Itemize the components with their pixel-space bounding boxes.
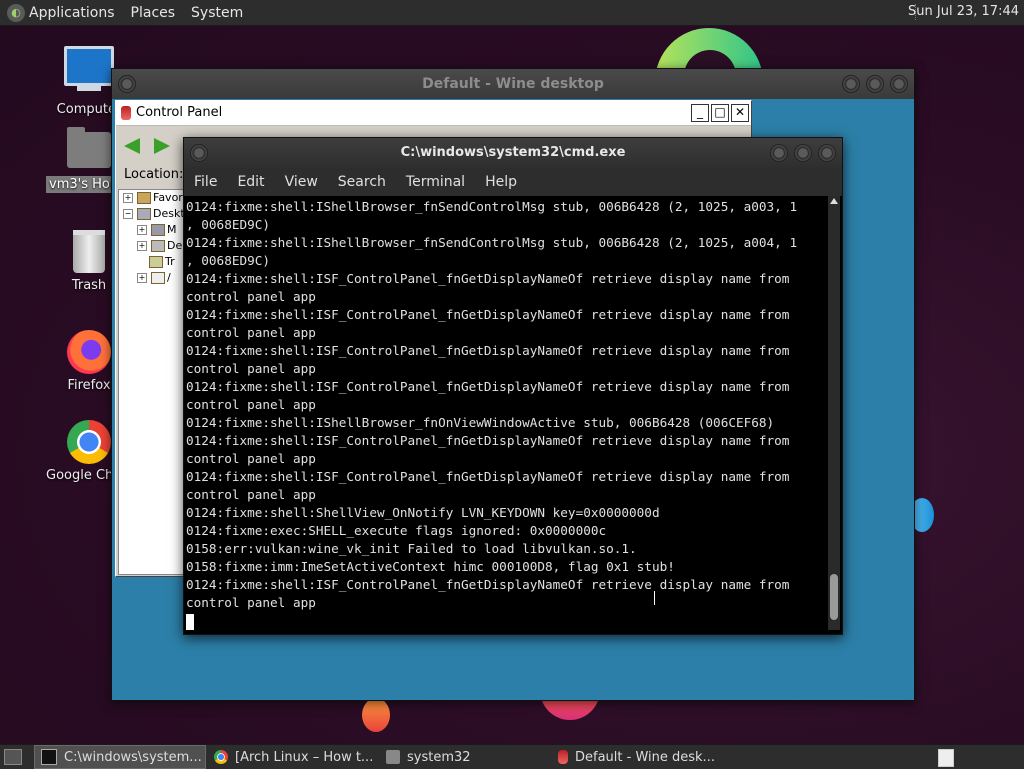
desktop-icon: [137, 208, 151, 220]
menu-system[interactable]: System: [191, 5, 243, 21]
computer-icon: [151, 224, 165, 236]
documents-icon: [151, 240, 165, 252]
terminal-icon: [41, 749, 57, 765]
firefox-icon: [67, 330, 111, 374]
taskbar-item-cmd[interactable]: C:\windows\system...: [34, 745, 206, 769]
tree-item[interactable]: + /: [119, 270, 185, 286]
maximize-button[interactable]: □: [711, 104, 729, 122]
folder-icon: [137, 192, 151, 204]
menu-terminal[interactable]: Terminal: [406, 174, 465, 190]
terminal-line: 0158:fixme:imm:ImeSetActiveContext himc …: [186, 559, 675, 574]
wine-glass-icon: [558, 750, 568, 764]
terminal-line: 0124:fixme:shell:ISF_ControlPanel_fnGetD…: [186, 433, 790, 448]
terminal-cursor: [186, 613, 194, 630]
terminal-line: 0124:fixme:shell:ISF_ControlPanel_fnGetD…: [186, 271, 790, 286]
taskbar-item-label: C:\windows\system...: [64, 749, 202, 765]
text-cursor-icon: [654, 591, 657, 605]
menu-applications[interactable]: Applications: [29, 5, 115, 21]
close-button[interactable]: ✕: [731, 104, 749, 122]
trash-icon: [73, 230, 105, 273]
minimize-button[interactable]: _: [691, 104, 709, 122]
terminal-line: control panel app: [186, 595, 316, 610]
terminal-line: control panel app: [186, 487, 316, 502]
terminal-line: control panel app: [186, 451, 316, 466]
terminal-line: 0124:fixme:shell:ISF_ControlPanel_fnGetD…: [186, 577, 790, 592]
window-menu-button[interactable]: [118, 75, 136, 93]
terminal-line: , 0068ED9C): [186, 253, 271, 268]
terminal-line: 0124:fixme:shell:ISF_ControlPanel_fnGetD…: [186, 343, 790, 358]
bottom-taskbar: C:\windows\system... [Arch Linux – How t…: [0, 744, 1024, 769]
taskbar-item-label: [Arch Linux – How t...: [235, 749, 374, 765]
close-button[interactable]: [890, 75, 908, 93]
tree-item[interactable]: −Deskto: [119, 206, 185, 222]
taskbar-item-chrome[interactable]: [Arch Linux – How t...: [208, 746, 378, 768]
show-desktop-icon[interactable]: [4, 749, 22, 765]
terminal-line: control panel app: [186, 325, 316, 340]
window-menu-button[interactable]: [190, 144, 208, 162]
tree-item[interactable]: Tr: [119, 254, 185, 270]
terminal-line: control panel app: [186, 361, 316, 376]
terminal-line: 0124:fixme:shell:IShellBrowser_fnSendCon…: [186, 199, 798, 214]
top-panel: ◐ Applications Places System Sun Jul 23,…: [0, 0, 1024, 26]
window-title: C:\windows\system32\cmd.exe: [400, 145, 626, 160]
chrome-icon: [67, 420, 111, 464]
location-label: Location:: [124, 167, 184, 182]
terminal-text: 0124:fixme:shell:IShellBrowser_fnSendCon…: [184, 196, 828, 630]
close-button[interactable]: [818, 144, 836, 162]
tree-item[interactable]: + Favor: [119, 190, 185, 206]
terminal-line: 0124:fixme:shell:IShellBrowser_fnOnViewW…: [186, 415, 775, 430]
taskbar-item-label: system32: [407, 749, 471, 765]
menu-help[interactable]: Help: [485, 174, 517, 190]
maximize-button[interactable]: [794, 144, 812, 162]
cmd-titlebar[interactable]: C:\windows\system32\cmd.exe: [184, 138, 842, 168]
terminal-scrollbar[interactable]: [828, 196, 840, 630]
home-folder-icon: [67, 127, 111, 168]
terminal-line: control panel app: [186, 397, 316, 412]
back-arrow-icon[interactable]: [124, 138, 140, 154]
terminal-line: , 0068ED9C): [186, 217, 271, 232]
folder-icon: [386, 750, 400, 764]
forward-arrow-icon[interactable]: [154, 138, 170, 154]
wallpaper-shape: [362, 698, 390, 732]
clock[interactable]: Sun Jul 23, 17:44: [908, 4, 1019, 19]
menu-view[interactable]: View: [285, 174, 318, 190]
taskbar-item-label: Default - Wine desk...: [575, 749, 715, 765]
window-title: Control Panel: [136, 105, 223, 120]
terminal-output[interactable]: 0124:fixme:shell:IShellBrowser_fnSendCon…: [184, 196, 828, 632]
taskbar-item-wine[interactable]: Default - Wine desk...: [552, 746, 730, 768]
tree-item[interactable]: + De: [119, 238, 185, 254]
control-panel-titlebar[interactable]: Control Panel _ □ ✕: [116, 101, 751, 126]
menu-places[interactable]: Places: [131, 5, 176, 21]
maximize-button[interactable]: [866, 75, 884, 93]
terminal-line: control panel app: [186, 289, 316, 304]
wine-glass-icon: [121, 106, 131, 120]
terminal-line: 0158:err:vulkan:wine_vk_init Failed to l…: [186, 541, 637, 556]
chrome-icon: [214, 750, 228, 764]
window-title: Default - Wine desktop: [422, 76, 604, 92]
tree-item[interactable]: + M: [119, 222, 185, 238]
terminal-line: 0124:fixme:shell:ISF_ControlPanel_fnGetD…: [186, 307, 790, 322]
workspace-switcher[interactable]: [938, 749, 954, 767]
computer-icon: [64, 46, 114, 91]
terminal-line: 0124:fixme:shell:ShellView_OnNotify LVN_…: [186, 505, 660, 520]
trash-icon: [149, 256, 163, 268]
menu-edit[interactable]: Edit: [237, 174, 264, 190]
drive-icon: [151, 272, 165, 284]
terminal-line: 0124:fixme:shell:ISF_ControlPanel_fnGetD…: [186, 469, 790, 484]
taskbar-item-folder[interactable]: system32: [380, 746, 550, 768]
folder-tree[interactable]: +Favor −Deskto +M +De Tr +/: [118, 189, 186, 575]
scrollbar-thumb[interactable]: [830, 574, 838, 620]
terminal-line: 0124:fixme:shell:ISF_ControlPanel_fnGetD…: [186, 379, 790, 394]
applications-logo-icon[interactable]: ◐: [7, 3, 25, 22]
terminal-line: 0124:fixme:exec:SHELL_execute flags igno…: [186, 523, 607, 538]
wine-desktop-titlebar[interactable]: Default - Wine desktop: [112, 69, 914, 99]
cmd-menubar: File Edit View Search Terminal Help: [184, 168, 842, 196]
scroll-up-arrow-icon[interactable]: [830, 198, 838, 204]
cmd-window: C:\windows\system32\cmd.exe File Edit Vi…: [183, 137, 843, 635]
minimize-button[interactable]: [770, 144, 788, 162]
menu-search[interactable]: Search: [338, 174, 386, 190]
menu-file[interactable]: File: [194, 174, 217, 190]
minimize-button[interactable]: [842, 75, 860, 93]
terminal-line: 0124:fixme:shell:IShellBrowser_fnSendCon…: [186, 235, 798, 250]
